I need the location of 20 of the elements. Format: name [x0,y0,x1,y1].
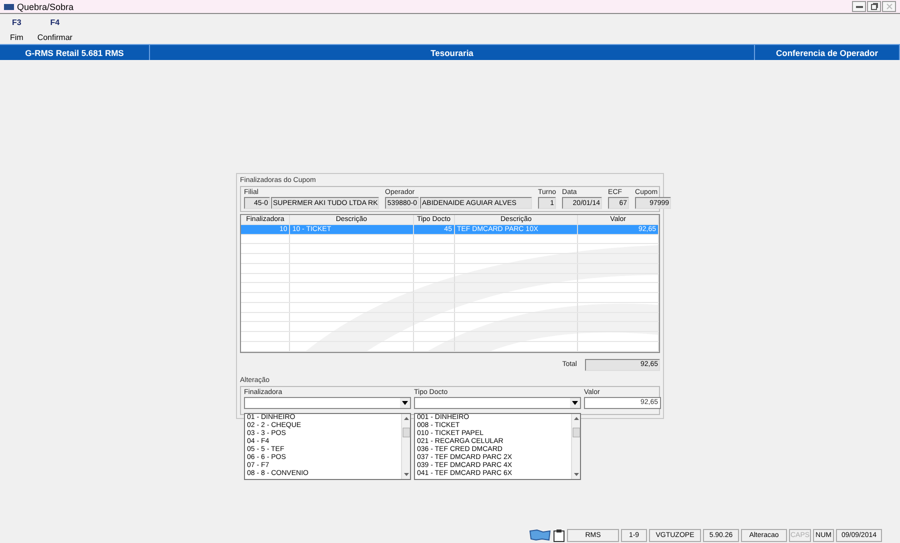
scrollbar[interactable] [401,414,410,479]
header-text: Tesouraria [430,48,474,58]
header-text: Conferencia de Operador [776,48,878,58]
restore-icon [870,3,878,10]
toolbar-button[interactable]: F4 Confirmar [37,18,72,40]
header-text: G-RMS Retail 5.681 RMS [25,48,124,58]
dropdown-arrow-icon [402,400,408,405]
restore-button[interactable] [867,1,881,12]
clipboard-icon [553,529,565,542]
minimize-button[interactable] [852,1,866,12]
combo-box[interactable] [244,396,411,409]
combo-box[interactable] [414,396,581,409]
scrollbar[interactable] [571,414,580,479]
window-title: Quebra/Sobra [17,2,74,12]
toolbar-button[interactable]: F3 Fim [10,18,24,40]
minimize-icon [856,5,862,8]
app-icon [4,4,14,10]
dropdown-arrow-icon [572,400,578,405]
close-icon [886,3,892,10]
map-icon [529,529,551,541]
